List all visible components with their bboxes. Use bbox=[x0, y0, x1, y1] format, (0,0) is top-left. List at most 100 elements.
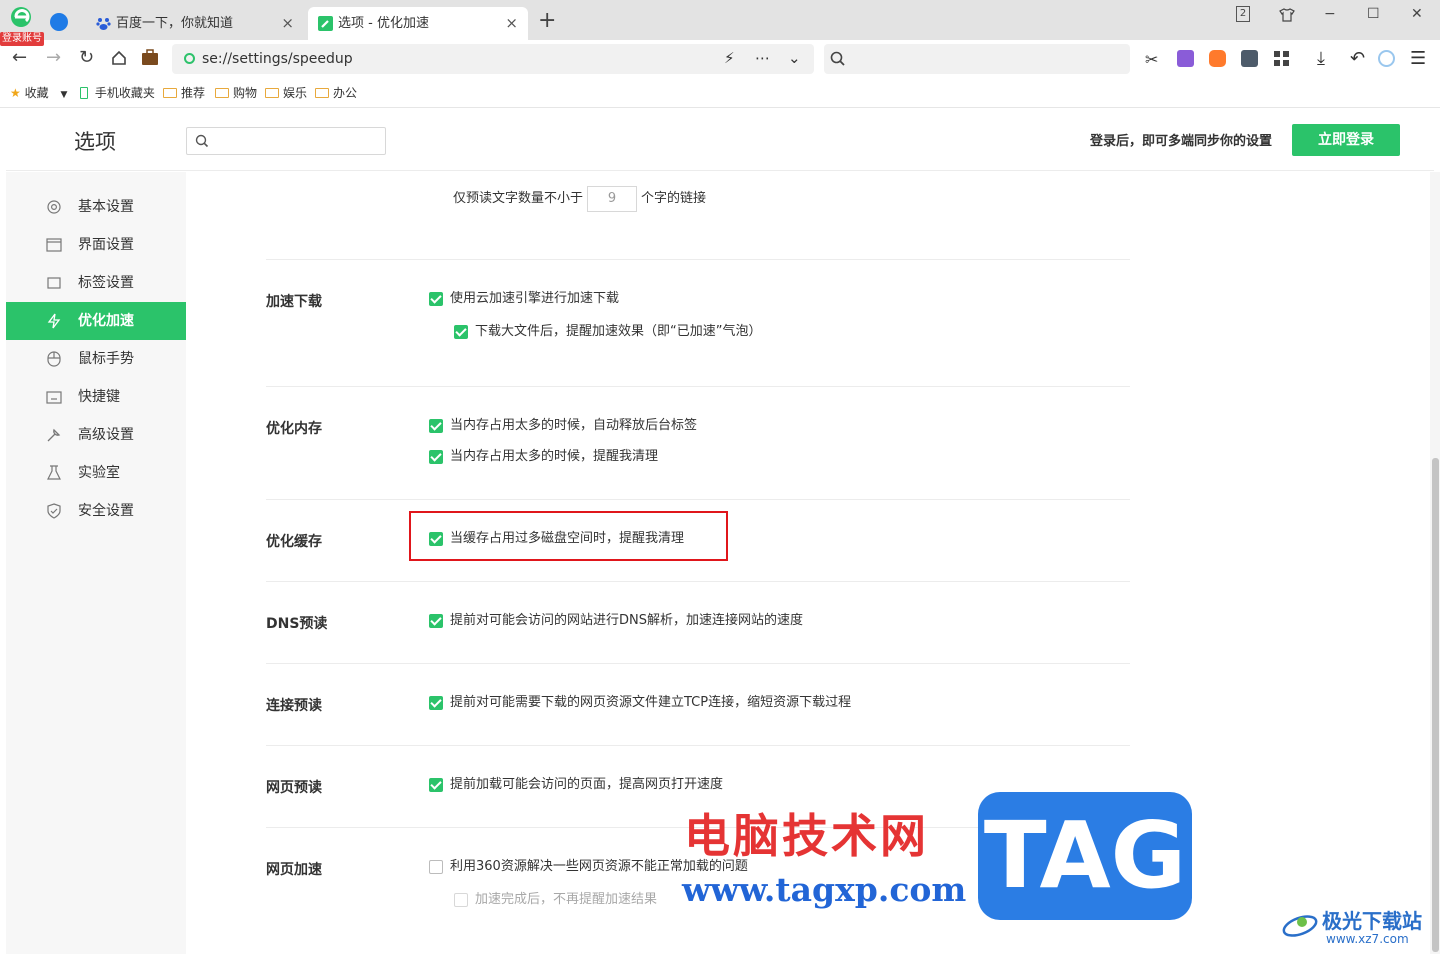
scrollbar-thumb[interactable] bbox=[1432, 458, 1439, 952]
section-divider bbox=[266, 663, 1130, 664]
scissors-icon[interactable]: ✂ bbox=[1145, 50, 1162, 69]
search-bar[interactable] bbox=[824, 44, 1130, 74]
tab-close-icon[interactable]: × bbox=[281, 7, 294, 40]
tab-options[interactable]: 选项 - 优化加速 × bbox=[308, 7, 528, 40]
folder-icon bbox=[315, 88, 329, 98]
wrench-icon bbox=[47, 428, 61, 442]
sidebar-item-interface[interactable]: 界面设置 bbox=[6, 226, 186, 264]
settings-search-input[interactable] bbox=[186, 127, 386, 155]
sidebar-item-tabs[interactable]: 标签设置 bbox=[6, 264, 186, 302]
checkbox-dns-preresolve[interactable] bbox=[429, 614, 443, 628]
download-icon[interactable]: ⤓ bbox=[1317, 48, 1334, 69]
window-icon bbox=[46, 238, 62, 252]
section-divider bbox=[266, 259, 1130, 260]
star-icon: ★ bbox=[10, 86, 21, 100]
briefcase-icon[interactable] bbox=[141, 49, 159, 66]
section-divider bbox=[266, 581, 1130, 582]
checkbox-download-bubble[interactable] bbox=[454, 325, 468, 339]
section-label-connection: 连接预读 bbox=[266, 698, 322, 714]
tab-title: 百度一下，你就知道 bbox=[116, 16, 234, 31]
pinned-tab-telegram-icon[interactable] bbox=[50, 13, 68, 31]
bookmark-folder-office[interactable]: 办公 bbox=[315, 85, 357, 101]
sidebar-item-speedup[interactable]: 优化加速 bbox=[6, 302, 186, 340]
folder-icon bbox=[163, 88, 177, 98]
home-icon[interactable] bbox=[111, 50, 127, 66]
dropdown-caret-icon[interactable]: ▼ bbox=[60, 90, 67, 100]
section-label-cache: 优化缓存 bbox=[266, 534, 322, 550]
tab-close-icon[interactable]: × bbox=[505, 7, 518, 40]
bookmark-mobile[interactable]: 手机收藏夹 bbox=[80, 85, 155, 101]
checkbox-cloud-download[interactable] bbox=[429, 292, 443, 306]
360-ai-icon[interactable] bbox=[1378, 50, 1395, 67]
sidebar-item-advanced[interactable]: 高级设置 bbox=[6, 416, 186, 454]
section-label-memory: 优化内存 bbox=[266, 421, 322, 437]
maximize-button[interactable]: ☐ bbox=[1367, 6, 1380, 22]
login-account-badge[interactable]: 登录账号 bbox=[0, 32, 44, 46]
bookmark-favorites[interactable]: ★ 收藏 ▼ bbox=[10, 85, 67, 103]
bookmark-folder-shopping[interactable]: 购物 bbox=[215, 85, 257, 101]
back-arrow-icon[interactable]: ← bbox=[12, 48, 27, 68]
more-dots-icon[interactable]: ⋯ bbox=[755, 49, 770, 67]
sidebar-item-mouse-gesture[interactable]: 鼠标手势 bbox=[6, 340, 186, 378]
option-label: 提前加载可能会访问的页面，提高网页打开速度 bbox=[450, 777, 724, 792]
close-window-button[interactable]: ✕ bbox=[1411, 6, 1423, 22]
tab-icon bbox=[47, 277, 61, 289]
sync-hint: 登录后，即可多端同步你的设置 bbox=[1089, 134, 1272, 149]
preread-char-count-input[interactable]: 9 bbox=[587, 186, 637, 212]
section-divider bbox=[266, 386, 1130, 387]
checkbox-tcp-preconnect[interactable] bbox=[429, 696, 443, 710]
checkbox-page-preload[interactable] bbox=[429, 778, 443, 792]
gear-icon bbox=[47, 200, 61, 214]
option-label: 当内存占用太多的时候，自动释放后台标签 bbox=[450, 418, 698, 433]
keyboard-icon bbox=[46, 391, 62, 404]
menu-icon[interactable]: ☰ bbox=[1410, 48, 1427, 69]
refresh-icon[interactable]: ↻ bbox=[79, 48, 94, 68]
browser-logo-icon[interactable] bbox=[8, 6, 34, 28]
jiguang-logo-icon bbox=[1282, 915, 1318, 937]
undo-icon[interactable]: ↶ bbox=[1350, 48, 1367, 69]
checkbox-release-background-tabs[interactable] bbox=[429, 419, 443, 433]
watermark-site-name: 电脑技术网 bbox=[684, 809, 929, 863]
section-divider bbox=[266, 745, 1130, 746]
address-bar[interactable]: se://settings/speedup ⚡ ⋯ ⌄ bbox=[172, 44, 814, 74]
reader-book-icon[interactable] bbox=[1241, 50, 1258, 67]
sidebar-item-shortcuts[interactable]: 快捷键 bbox=[6, 378, 186, 416]
section-divider bbox=[266, 499, 1130, 500]
sidebar-item-security[interactable]: 安全设置 bbox=[6, 492, 186, 530]
section-label-page-accel: 网页加速 bbox=[266, 862, 322, 878]
bookmark-folder-recommend[interactable]: 推荐 bbox=[163, 85, 205, 101]
login-now-button[interactable]: 立即登录 bbox=[1292, 124, 1400, 156]
tab-count-icon[interactable]: 2 bbox=[1236, 6, 1250, 22]
highlight-annotation-box bbox=[409, 511, 728, 561]
preread-prefix: 仅预读文字数量不小于 bbox=[453, 191, 584, 206]
folder-icon bbox=[215, 88, 229, 98]
chevron-down-icon[interactable]: ⌄ bbox=[788, 49, 801, 67]
tab-baidu[interactable]: 百度一下，你就知道 × bbox=[86, 7, 304, 40]
translate-icon[interactable] bbox=[1177, 50, 1194, 67]
sidebar-item-lab[interactable]: 实验室 bbox=[6, 454, 186, 492]
checkbox-360-resource-fix[interactable] bbox=[429, 860, 443, 874]
search-icon bbox=[830, 51, 845, 66]
bookmark-folder-entertainment[interactable]: 娱乐 bbox=[265, 85, 307, 101]
sidebar-item-basic[interactable]: 基本设置 bbox=[6, 188, 186, 226]
forward-arrow-icon[interactable]: → bbox=[46, 48, 61, 68]
watermark-jiguang-url: www.xz7.com bbox=[1326, 932, 1409, 946]
minimize-button[interactable]: − bbox=[1324, 6, 1336, 22]
lightning-speed-icon[interactable]: ⚡ bbox=[724, 49, 735, 67]
option-label: 使用云加速引擎进行加速下载 bbox=[450, 291, 620, 306]
apps-grid-icon[interactable] bbox=[1273, 50, 1290, 67]
preread-suffix: 个字的链接 bbox=[641, 191, 707, 206]
new-tab-button[interactable]: + bbox=[538, 8, 556, 33]
folder-icon bbox=[265, 88, 279, 98]
checkbox-no-accel-remind[interactable] bbox=[454, 893, 468, 907]
page-title: 选项 bbox=[74, 130, 116, 154]
page-scrollbar[interactable] bbox=[1430, 172, 1440, 954]
address-url[interactable]: se://settings/speedup bbox=[202, 44, 353, 74]
settings-sidebar: 基本设置 界面设置 标签设置 优化加速 鼠标手势 快捷键 高级设置 实验室 安全… bbox=[6, 172, 186, 954]
game-controller-icon[interactable] bbox=[1209, 50, 1226, 67]
skin-shirt-icon[interactable] bbox=[1279, 8, 1295, 22]
baidu-paw-icon bbox=[96, 18, 111, 30]
shield-icon bbox=[47, 503, 61, 519]
checkbox-memory-remind[interactable] bbox=[429, 450, 443, 464]
tab-strip: 登录账号 百度一下，你就知道 × 选项 - 优化加速 × + 2 − ☐ ✕ bbox=[0, 0, 1440, 46]
